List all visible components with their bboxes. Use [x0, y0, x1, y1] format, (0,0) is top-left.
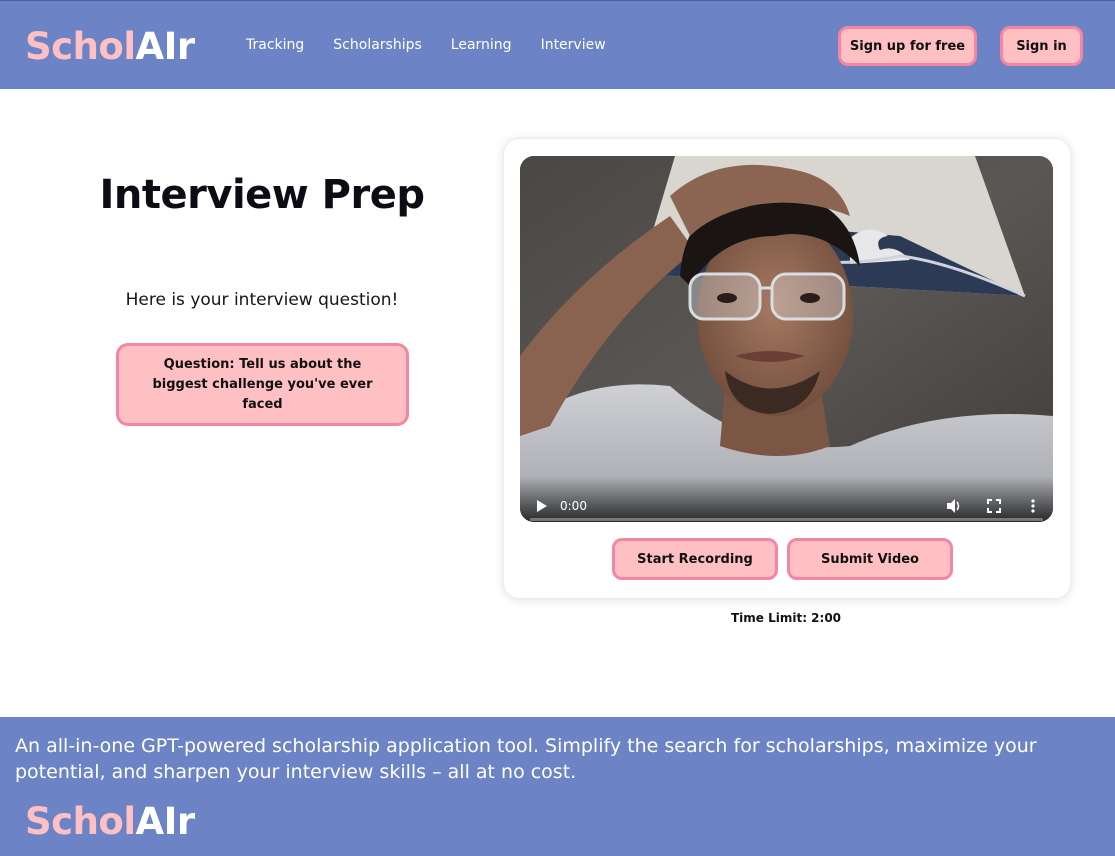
time-limit-label: Time Limit: 2:00: [730, 611, 842, 625]
footer-logo-part1: Schol: [25, 800, 136, 843]
question-intro-text: Here is your interview question!: [125, 290, 399, 310]
video-current-time: 0:00: [560, 499, 587, 513]
interview-question-box: Question: Tell us about the biggest chal…: [116, 343, 409, 426]
more-options-icon[interactable]: [1030, 498, 1036, 514]
footer: An all-in-one GPT-powered scholarship ap…: [0, 717, 1115, 856]
webcam-video-player[interactable]: 0:00: [520, 156, 1053, 522]
sign-up-button[interactable]: Sign up for free: [838, 26, 977, 66]
page-title: Interview Prep: [99, 172, 425, 218]
sign-in-button[interactable]: Sign in: [1000, 26, 1083, 66]
nav-scholarships[interactable]: Scholarships: [333, 37, 421, 53]
brand-logo-part2: AIr: [135, 25, 196, 68]
top-nav-bar: ScholAIr Tracking Scholarships Learning …: [0, 0, 1115, 89]
footer-tagline: An all-in-one GPT-powered scholarship ap…: [15, 735, 1037, 783]
video-progress-bar[interactable]: [530, 518, 1043, 521]
brand-logo-part1: Schol: [25, 25, 136, 68]
volume-icon[interactable]: [946, 498, 962, 514]
nav-interview[interactable]: Interview: [541, 37, 606, 53]
footer-brand-logo[interactable]: ScholAIr: [25, 803, 195, 840]
footer-logo-part2: AIr: [135, 800, 196, 843]
nav-tracking[interactable]: Tracking: [246, 37, 304, 53]
nav-learning[interactable]: Learning: [451, 37, 512, 53]
brand-logo[interactable]: ScholAIr: [25, 28, 195, 65]
start-recording-button[interactable]: Start Recording: [612, 538, 778, 580]
submit-video-button[interactable]: Submit Video: [787, 538, 953, 580]
main-nav: Tracking Scholarships Learning Interview: [246, 37, 606, 53]
video-controls: 0:00: [520, 476, 1053, 522]
interview-question-text: Question: Tell us about the biggest chal…: [152, 356, 373, 412]
play-icon[interactable]: [536, 499, 548, 513]
fullscreen-icon[interactable]: [987, 499, 1001, 513]
webcam-frame-image: [520, 156, 1053, 522]
